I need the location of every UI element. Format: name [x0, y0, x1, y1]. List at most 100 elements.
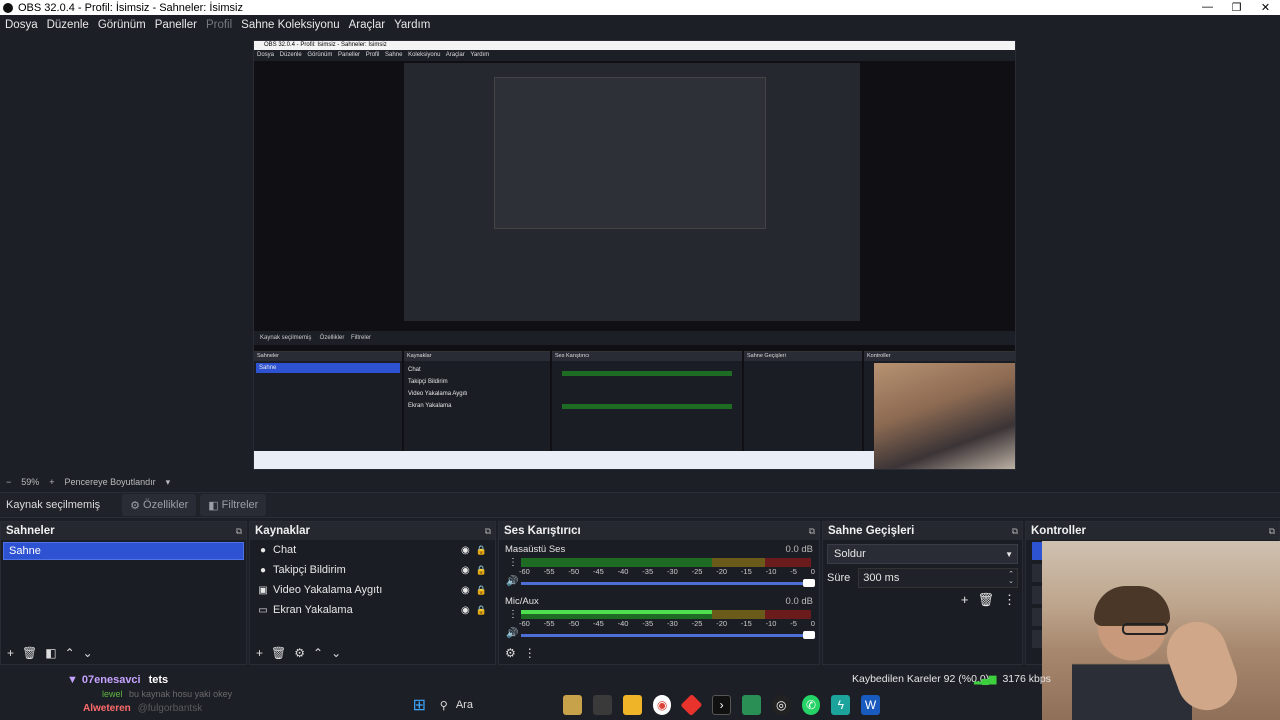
slider-handle[interactable]	[803, 579, 815, 587]
speaker-icon[interactable]: 🔊	[506, 576, 518, 587]
trash-icon[interactable]: 🗑	[22, 646, 37, 660]
menu-edit[interactable]: Düzenle	[44, 19, 92, 31]
lock-icon[interactable]: 🔒	[476, 605, 487, 616]
lock-icon[interactable]: 🔒	[476, 585, 487, 596]
chevron-down-icon[interactable]: ▾	[166, 477, 171, 488]
properties-button[interactable]: ⚙ Özellikler	[122, 494, 197, 516]
trash-icon[interactable]: 🗑	[977, 592, 994, 608]
transitions-toolbar: + 🗑 ⋮	[961, 592, 1016, 608]
zoom-in-button[interactable]: +	[49, 477, 54, 487]
filters-button[interactable]: ◧ Filtreler	[200, 494, 267, 516]
whatsapp-icon[interactable]: ✆	[801, 695, 821, 715]
undock-icon[interactable]: ⧉	[236, 526, 242, 537]
chevron-up-icon[interactable]: ⌃	[65, 646, 75, 660]
bitrate-value: 3176 kbps	[1002, 673, 1051, 685]
source-item-chat[interactable]: ● Chat ◉ 🔒	[250, 540, 495, 560]
chevron-down-icon[interactable]: ⌄	[331, 646, 341, 660]
chrome-icon[interactable]: ◉	[652, 695, 672, 715]
add-icon[interactable]: +	[7, 646, 14, 660]
undock-icon[interactable]: ⧉	[1269, 526, 1275, 537]
eye-icon[interactable]: ◉	[461, 585, 470, 596]
scene-item-sahne[interactable]: Sahne	[3, 542, 244, 560]
channel-name: Mic/Aux	[505, 596, 539, 607]
chat-message: Alweteren @fulgorbantsk	[83, 703, 202, 714]
lock-icon[interactable]: 🔒	[476, 565, 487, 576]
channel-db: 0.0 dB	[785, 544, 813, 555]
volume-meter	[521, 558, 811, 567]
volume-slider[interactable]	[521, 579, 815, 587]
source-item-follower-alert[interactable]: ● Takipçi Bildirim ◉ 🔒	[250, 560, 495, 580]
filter-icon[interactable]: ◧	[45, 646, 56, 660]
duration-input[interactable]: 300 ms ⌃ ⌄	[858, 568, 1018, 588]
window-title: OBS 32.0.4 - Profil: İsimsiz - Sahneler:…	[18, 1, 243, 14]
undock-icon[interactable]: ⧉	[1012, 526, 1018, 537]
menu-help[interactable]: Yardım	[391, 19, 433, 31]
trash-icon[interactable]: 🗑	[271, 646, 286, 660]
settings-icon[interactable]: ⚙	[505, 646, 516, 660]
undock-icon[interactable]: ⧉	[485, 526, 491, 537]
minimize-button[interactable]: —	[1193, 1, 1222, 14]
eye-icon[interactable]: ◉	[461, 545, 470, 556]
task-view-icon[interactable]	[593, 695, 612, 715]
add-icon[interactable]: +	[961, 592, 969, 608]
menu-scene-collection[interactable]: Sahne Koleksiyonu	[238, 19, 342, 31]
chevron-up-icon[interactable]: ⌃	[313, 646, 323, 660]
menu-docks[interactable]: Paneller	[152, 19, 200, 31]
chevron-down-icon[interactable]: ⌄	[83, 646, 93, 660]
undock-icon[interactable]: ⧉	[809, 526, 815, 537]
spreadsheet-icon[interactable]	[742, 695, 761, 715]
gear-icon[interactable]: ⚙	[294, 646, 305, 660]
nested-mixer-dock: Ses Karıştırıcı	[552, 351, 742, 451]
source-item-screen-capture[interactable]: ▭ Ekran Yakalama ◉ 🔒	[250, 600, 495, 620]
folder-icon[interactable]	[622, 695, 642, 715]
maximize-button[interactable]: ❐	[1222, 1, 1251, 14]
add-icon[interactable]: +	[256, 646, 263, 660]
meter-tick-label: -60	[519, 619, 530, 628]
scenes-dock: Sahneler ⧉ Sahne + 🗑 ◧ ⌃ ⌄	[0, 521, 247, 665]
spin-arrows-icon[interactable]: ⌃ ⌄	[1008, 571, 1014, 585]
scenes-toolbar: + 🗑 ◧ ⌃ ⌄	[1, 642, 246, 664]
menu-profile[interactable]: Profil	[203, 19, 235, 31]
source-label: Takipçi Bildirim	[273, 564, 346, 576]
duration-label: Süre	[827, 572, 851, 584]
lock-icon[interactable]: 🔒	[476, 545, 487, 556]
menu-view[interactable]: Görünüm	[95, 19, 149, 31]
signal-bars-icon: ▂▄▆	[974, 673, 997, 685]
channel-db: 0.0 dB	[785, 596, 813, 607]
more-icon[interactable]: ⋮	[524, 646, 536, 660]
chat-text: tets	[148, 674, 169, 686]
duration-row: Süre 300 ms ⌃ ⌄	[827, 568, 1018, 588]
zoom-out-button[interactable]: −	[6, 477, 11, 487]
eye-icon[interactable]: ◉	[461, 605, 470, 616]
duration-value: 300 ms	[863, 572, 900, 584]
bitrate-status: ▂▄▆ 3176 kbps	[974, 673, 1051, 685]
menu-file[interactable]: Dosya	[2, 19, 41, 31]
menu-tools[interactable]: Araçlar	[346, 19, 388, 31]
meter-tick-label: -25	[691, 619, 703, 628]
more-icon[interactable]: ⋮	[1003, 592, 1016, 608]
context-bar: Kaynak seçilmemiş ⚙ Özellikler ◧ Filtrel…	[0, 492, 1280, 518]
more-icon[interactable]: ⋮	[508, 609, 518, 620]
volume-slider[interactable]	[521, 631, 815, 639]
eye-icon[interactable]: ◉	[461, 565, 470, 576]
app-icon[interactable]: ϟ	[831, 695, 851, 715]
obs-icon[interactable]: ◎	[771, 695, 791, 715]
slider-handle[interactable]	[803, 631, 815, 639]
resize-to-window-button[interactable]: Pencereye Boyutlandır	[65, 477, 156, 487]
mixer-channel-mic: Mic/Aux 0.0 dB ⋮ -60 -55 -50 -45 -40 -35 -30 -2…	[499, 592, 819, 644]
taskbar-search[interactable]: ⚲ Ara	[440, 699, 553, 712]
source-item-video-capture[interactable]: ▣ Video Yakalama Aygıtı ◉ 🔒	[250, 580, 495, 600]
word-icon[interactable]: W	[861, 695, 880, 715]
meter-tick-label: -55	[543, 567, 555, 576]
windows-start-icon[interactable]: ⊞	[410, 695, 429, 715]
scenes-title: Sahneler	[6, 525, 55, 537]
close-button[interactable]: ✕	[1251, 1, 1280, 14]
meter-level-bar	[521, 610, 713, 614]
speaker-icon[interactable]: 🔊	[506, 628, 518, 639]
git-icon[interactable]	[680, 694, 703, 716]
transition-select[interactable]: Soldur ▼	[827, 544, 1018, 564]
widgets-icon[interactable]	[563, 695, 583, 715]
zoom-level: 59%	[21, 477, 40, 487]
terminal-icon[interactable]: ›	[712, 695, 732, 715]
more-icon[interactable]: ⋮	[508, 557, 518, 568]
